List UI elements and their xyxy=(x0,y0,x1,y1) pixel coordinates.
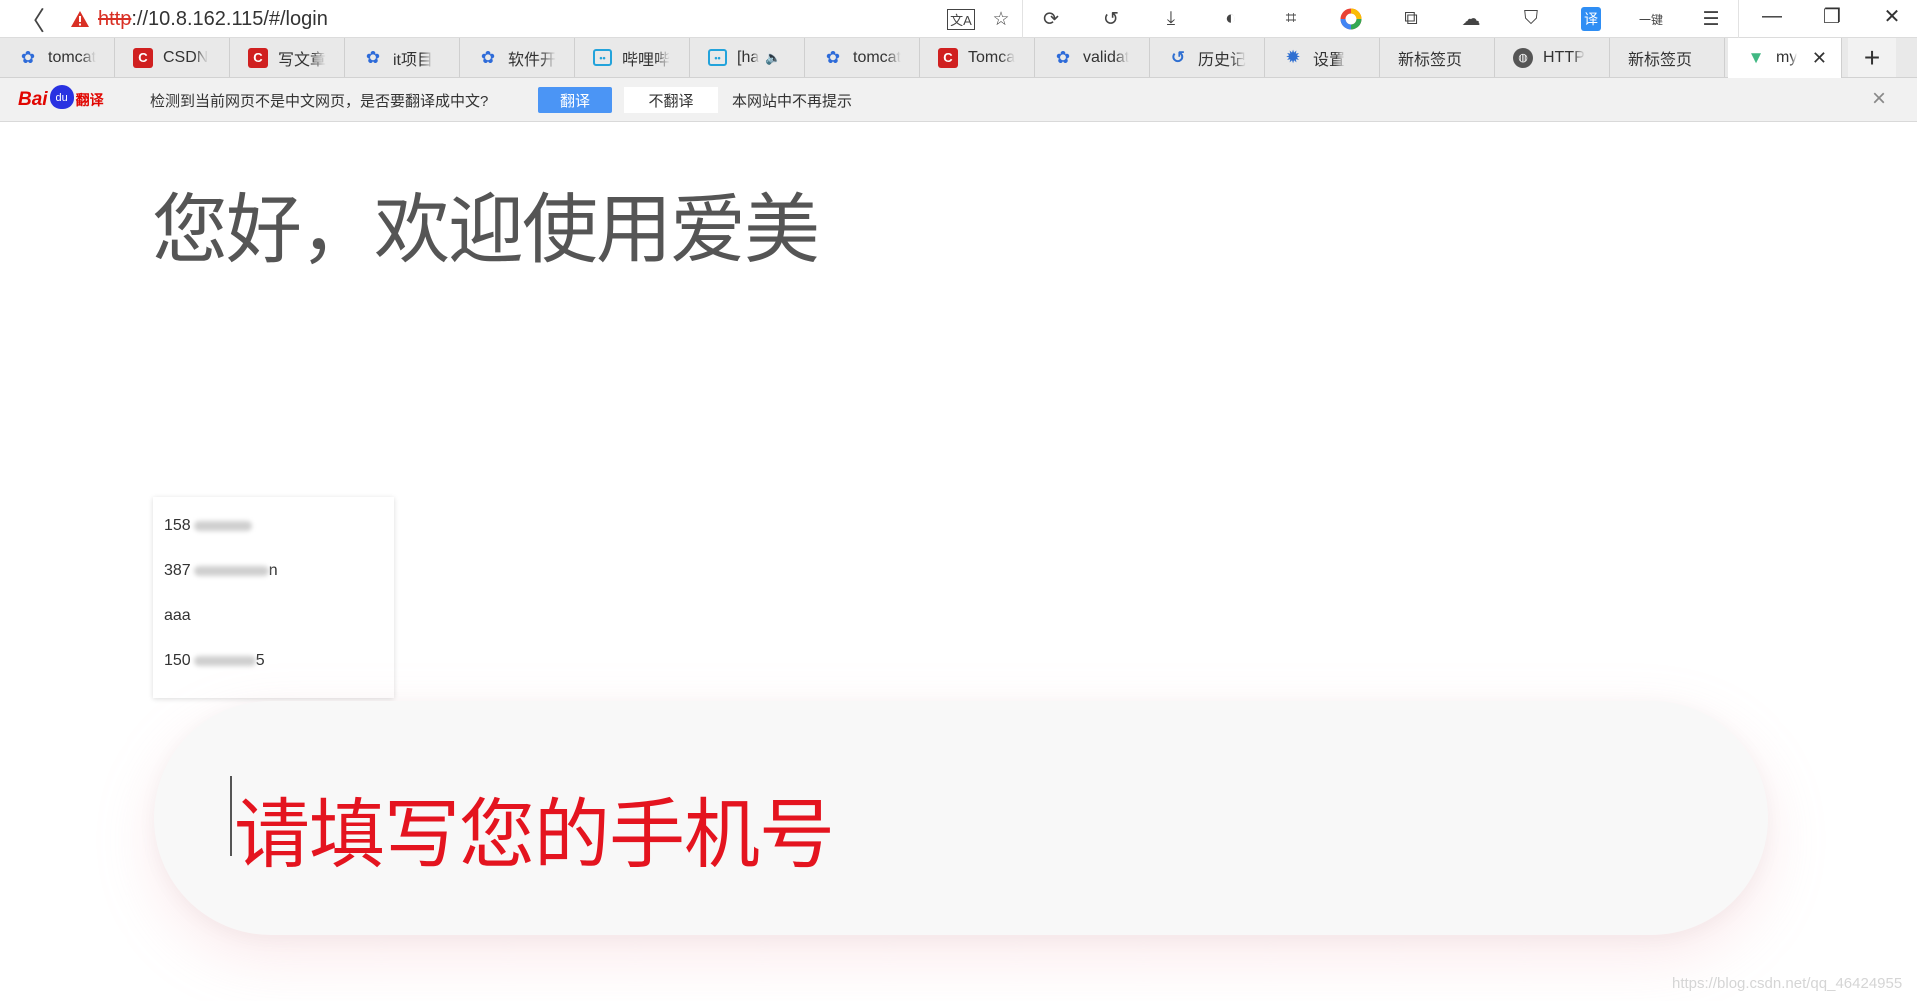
shield-icon[interactable]: ⛉ xyxy=(1516,4,1546,34)
globe-icon: ◍ xyxy=(1513,47,1533,68)
close-translate-bar-icon[interactable]: × xyxy=(1872,85,1886,113)
tab-validate[interactable]: ✿ validat xyxy=(1035,38,1150,77)
tab-bilibili-audio[interactable]: •• [ha 🔈 xyxy=(690,38,805,77)
color-wheel-icon[interactable] xyxy=(1336,4,1366,34)
refresh-icon[interactable]: ⟳ xyxy=(1036,4,1066,34)
address-bar: 〈 http://10.8.162.115/#/login 文A ☆ ⟳ ↺ ⤓… xyxy=(0,0,1917,38)
redacted-text xyxy=(193,565,269,576)
one-key-icon[interactable]: 一键 xyxy=(1636,4,1666,34)
watermark: https://blog.csdn.net/qq_46424955 xyxy=(1672,975,1903,992)
phone-input-placeholder: 请填写您的手机号 xyxy=(234,790,835,879)
url-protocol: http xyxy=(98,8,132,30)
csdn-icon: C xyxy=(248,47,268,68)
tab-csdn[interactable]: C CSDN xyxy=(115,38,230,77)
baidu-paw-icon: ✿ xyxy=(825,47,841,67)
phone-input[interactable]: 请填写您的手机号 xyxy=(154,701,1768,935)
tab-write-article[interactable]: C 写文章 xyxy=(230,38,345,77)
csdn-icon: C xyxy=(133,47,153,68)
translate-message: 检测到当前网页不是中文网页，是否要翻译成中文? xyxy=(150,93,489,110)
baidu-paw-icon: ✿ xyxy=(20,47,36,67)
bilibili-icon: •• xyxy=(593,49,612,66)
tab-it-project[interactable]: ✿ it项目 xyxy=(345,38,460,77)
night-mode-icon[interactable]: ◐ xyxy=(1216,4,1246,34)
tab-tomcat-csdn[interactable]: C Tomca xyxy=(920,38,1035,77)
autocomplete-item[interactable]: aaa xyxy=(153,601,394,646)
baidu-paw-icon: ✿ xyxy=(1055,47,1071,67)
speaker-icon[interactable]: 🔈 xyxy=(765,50,781,66)
gear-icon: ✹ xyxy=(1285,47,1301,67)
csdn-icon: C xyxy=(938,47,958,68)
redacted-text xyxy=(193,655,256,666)
crop-icon[interactable]: ⌗ xyxy=(1276,4,1306,34)
undo-icon[interactable]: ↺ xyxy=(1096,4,1126,34)
no-translate-button[interactable]: 不翻译 xyxy=(624,87,718,113)
redacted-text xyxy=(193,520,252,531)
tab-software-dev[interactable]: ✿ 软件开 xyxy=(460,38,575,77)
tab-settings[interactable]: ✹ 设置 xyxy=(1265,38,1380,77)
autocomplete-item[interactable]: 158 xyxy=(153,511,394,556)
back-button[interactable]: 〈 xyxy=(18,5,46,36)
autocomplete-dropdown: 158 387 n aaa 150 5 xyxy=(153,497,394,698)
close-window-button[interactable]: ✕ xyxy=(1862,0,1917,32)
history-icon: ↺ xyxy=(1170,47,1186,67)
tab-tomcat-1[interactable]: ✿ tomcat xyxy=(0,38,115,77)
welcome-heading: 您好，欢迎使用爱美 xyxy=(152,185,820,274)
tab-bilibili[interactable]: •• 哔哩哔 xyxy=(575,38,690,77)
tab-http[interactable]: ◍ HTTP xyxy=(1495,38,1610,77)
tab-new-1[interactable]: 新标签页 xyxy=(1380,38,1495,77)
close-tab-icon[interactable]: ✕ xyxy=(1812,48,1827,69)
link-icon[interactable]: ⧉ xyxy=(1396,4,1426,34)
minimize-button[interactable]: — xyxy=(1742,0,1802,32)
translate-icon[interactable]: 译 xyxy=(1576,4,1606,34)
menu-icon[interactable]: ☰ xyxy=(1696,4,1726,34)
autocomplete-item[interactable]: 150 5 xyxy=(153,646,394,691)
never-prompt-link[interactable]: 本网站中不再提示 xyxy=(732,90,852,111)
tab-new-2[interactable]: 新标签页 xyxy=(1610,38,1725,77)
translate-bar: Bai du 翻译 检测到当前网页不是中文网页，是否要翻译成中文? 翻译 不翻译 本… xyxy=(0,78,1917,122)
baidu-translate-logo: Bai du 翻译 xyxy=(18,84,104,116)
star-icon[interactable]: ☆ xyxy=(986,4,1016,34)
tab-history[interactable]: ↺ 历史记 xyxy=(1150,38,1265,77)
restore-button[interactable]: ❐ xyxy=(1802,0,1862,32)
cloud-icon[interactable]: ☁ xyxy=(1456,4,1486,34)
url-path: ://10.8.162.115/#/login xyxy=(131,8,328,30)
download-icon[interactable]: ⤓ xyxy=(1156,4,1186,34)
text-caret xyxy=(230,776,232,856)
bilibili-icon: •• xyxy=(708,49,727,66)
translate-button[interactable]: 翻译 xyxy=(538,87,612,113)
new-tab-button[interactable]: + xyxy=(1848,38,1896,77)
url-field[interactable]: http://10.8.162.115/#/login xyxy=(98,5,328,33)
translate-page-icon[interactable]: 文A xyxy=(946,4,976,34)
tab-strip: ✿ tomcat C CSDN C 写文章 ✿ it项目 ✿ 软件开 •• 哔哩哔 •• [h… xyxy=(0,38,1917,78)
baidu-paw-icon: ✿ xyxy=(480,47,496,67)
vue-icon: ▼ xyxy=(1747,48,1765,67)
tab-active-my[interactable]: ▼ my ✕ xyxy=(1728,38,1842,78)
autocomplete-item[interactable]: 387 n xyxy=(153,556,394,601)
warning-icon xyxy=(71,11,89,27)
tab-tomcat-2[interactable]: ✿ tomcat xyxy=(805,38,920,77)
baidu-paw-icon: ✿ xyxy=(365,47,381,67)
